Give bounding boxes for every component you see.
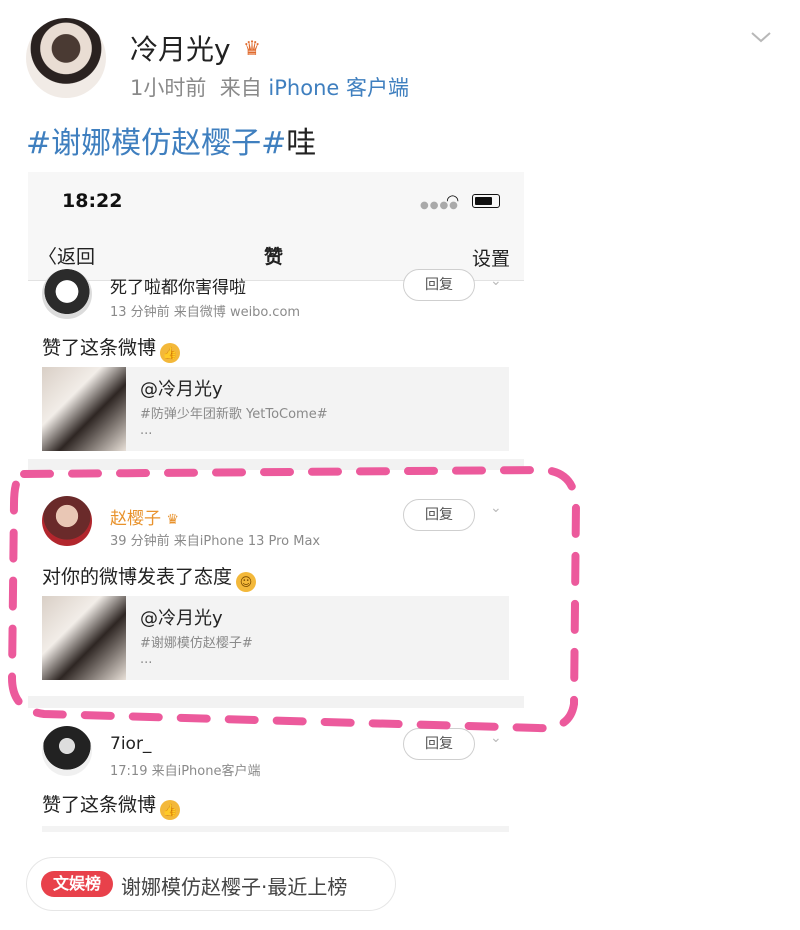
post-text-rest: 哇 — [286, 126, 317, 161]
post-hashtag[interactable]: #谢娜模仿赵樱子# — [26, 126, 286, 161]
quoted-more: ... — [140, 423, 153, 438]
back-button[interactable]: 〈返回 — [38, 242, 95, 269]
chevron-down-icon[interactable] — [750, 26, 772, 48]
battery-icon — [472, 194, 500, 208]
quoted-tag: #防弹少年团新歌 YetToCome# — [140, 407, 328, 422]
quoted-post[interactable] — [42, 826, 509, 832]
author-avatar[interactable] — [26, 18, 106, 98]
card-action-text: 赞了这条微博 — [42, 794, 157, 816]
status-bar: 18:22 ●●●● ◠ — [28, 172, 524, 222]
post-meta: 1小时前 来自 iPhone 客户端 — [130, 72, 409, 102]
wifi-icon: ◠ — [446, 191, 460, 209]
card-username[interactable]: 死了啦都你害得啦 — [110, 273, 246, 298]
reply-button[interactable]: 回复 — [403, 269, 475, 301]
settings-button[interactable]: 设置 — [472, 244, 510, 271]
chevron-down-icon[interactable]: ⌄ — [490, 273, 502, 289]
author-name[interactable]: 冷月光y — [130, 28, 231, 68]
thumbs-up-icon: 👍 — [160, 343, 181, 363]
thumbs-up-icon: 👍 — [160, 800, 181, 820]
highlight-annotation — [7, 465, 581, 733]
nav-title: 赞 — [264, 246, 284, 268]
quoted-user[interactable]: @冷月光y — [140, 375, 223, 401]
quoted-post-thumbnail — [42, 367, 126, 451]
avatar[interactable] — [42, 269, 92, 319]
post-source[interactable]: iPhone 客户端 — [268, 76, 409, 100]
status-time: 18:22 — [62, 190, 123, 212]
quoted-post[interactable]: @冷月光y #防弹少年团新歌 YetToCome# ... — [42, 367, 509, 451]
card-action-text: 赞了这条微博 — [42, 337, 157, 359]
trending-text[interactable]: 谢娜模仿赵樱子·最近上榜 — [121, 871, 347, 900]
trending-pill[interactable]: 文娱榜 谢娜模仿赵樱子·最近上榜 — [26, 857, 396, 911]
card-text: 赞了这条微博 👍 — [42, 333, 181, 363]
ranking-badge: 文娱榜 — [41, 871, 113, 897]
post-source-prefix: 来自 — [219, 76, 262, 100]
member-badge-icon: ♛ — [243, 36, 261, 60]
card-meta: 17:19 来自iPhone客户端 — [110, 764, 261, 779]
card-text: 赞了这条微博 👍 — [42, 790, 181, 820]
card-meta: 13 分钟前 来自微博 weibo.com — [110, 305, 301, 320]
post-time: 1小时前 — [130, 76, 207, 100]
card-username[interactable]: 7ior_ — [110, 734, 151, 754]
post-text: #谢娜模仿赵樱子#哇 — [26, 118, 316, 162]
notification-card[interactable]: 死了啦都你害得啦 回复 ⌄ 13 分钟前 来自微博 weibo.com 赞了这条… — [28, 269, 524, 459]
